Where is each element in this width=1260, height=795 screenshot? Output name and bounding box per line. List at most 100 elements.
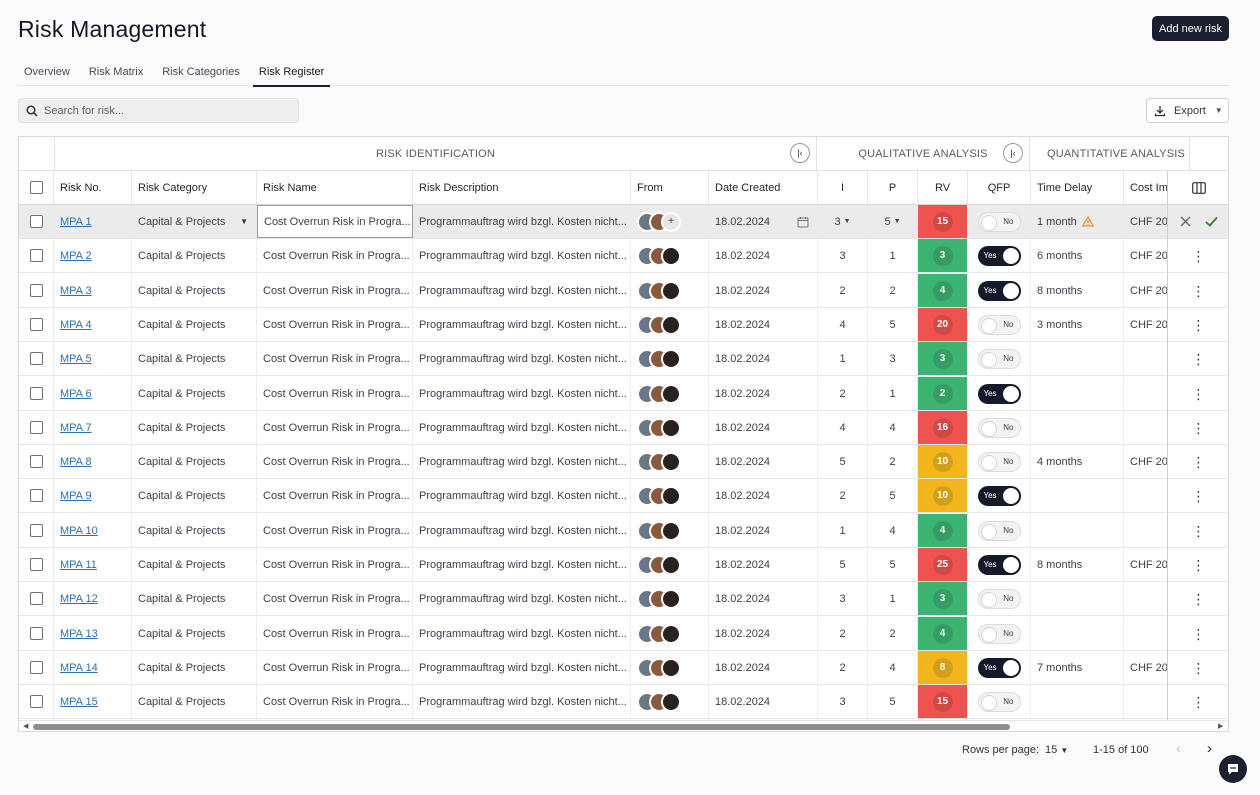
header-rv[interactable]: RV — [918, 171, 968, 204]
date-created-cell[interactable]: 18.02.2024 — [709, 205, 818, 238]
check-icon[interactable] — [1204, 216, 1218, 227]
header-risk-name[interactable]: Risk Name — [257, 171, 413, 204]
kebab-icon[interactable]: ⋮ — [1192, 421, 1206, 435]
kebab-icon[interactable]: ⋮ — [1192, 489, 1206, 503]
header-from[interactable]: From — [631, 171, 709, 204]
row-checkbox[interactable] — [29, 215, 43, 228]
header-risk-no[interactable]: Risk No. — [54, 171, 132, 204]
row-checkbox[interactable] — [29, 627, 43, 640]
search-input[interactable] — [44, 104, 284, 117]
scroll-right-icon[interactable]: ▶ — [1218, 722, 1223, 730]
risk-number-link[interactable]: MPA 3 — [54, 274, 132, 307]
probability-cell[interactable]: 5 ▼ — [868, 205, 918, 238]
qfp-toggle[interactable]: No — [977, 314, 1021, 335]
risk-number-link[interactable]: MPA 11 — [54, 548, 132, 581]
row-checkbox[interactable] — [29, 352, 43, 365]
impact-cell[interactable]: 3 ▼ — [818, 205, 868, 238]
header-p[interactable]: P — [868, 171, 918, 204]
columns-icon[interactable] — [1191, 181, 1206, 194]
qfp-toggle[interactable]: Yes — [977, 657, 1021, 678]
row-checkbox[interactable] — [29, 421, 43, 434]
kebab-icon[interactable]: ⋮ — [1192, 352, 1206, 366]
risk-number-link[interactable]: MPA 5 — [54, 342, 132, 375]
close-icon[interactable] — [1180, 216, 1191, 227]
table-row[interactable]: MPA 6 Capital & Projects Cost Overrun Risk… — [19, 377, 1228, 411]
row-checkbox[interactable] — [29, 318, 43, 331]
risk-number-link[interactable]: MPA 6 — [54, 377, 132, 410]
collapse-left-icon[interactable]: |‹ — [790, 143, 810, 163]
table-row[interactable]: MPA 12 Capital & Projects Cost Overrun Ris… — [19, 582, 1228, 616]
kebab-icon[interactable]: ⋮ — [1192, 387, 1206, 401]
risk-number-link[interactable]: MPA 9 — [54, 479, 132, 512]
qfp-toggle[interactable]: No — [977, 211, 1021, 232]
kebab-icon[interactable]: ⋮ — [1192, 695, 1206, 709]
kebab-icon[interactable]: ⋮ — [1192, 249, 1206, 263]
scroll-left-icon[interactable]: ◀ — [23, 722, 28, 730]
risk-number-link[interactable]: MPA 1 — [54, 205, 132, 238]
row-checkbox[interactable] — [29, 558, 43, 571]
table-row[interactable]: MPA 13 Capital & Projects Cost Overrun Ris… — [19, 617, 1228, 651]
risk-category-cell[interactable]: Capital & Projects ▼ — [132, 205, 257, 238]
qfp-toggle[interactable]: No — [977, 623, 1021, 644]
qfp-toggle[interactable]: No — [977, 588, 1021, 609]
qfp-toggle[interactable]: No — [977, 348, 1021, 369]
risk-number-link[interactable]: MPA 10 — [54, 514, 132, 547]
risk-number-link[interactable]: MPA 2 — [54, 239, 132, 272]
row-checkbox[interactable] — [29, 284, 43, 297]
chat-button[interactable] — [1219, 755, 1247, 783]
risk-number-link[interactable]: MPA 13 — [54, 617, 132, 650]
calendar-icon[interactable] — [797, 216, 809, 228]
qfp-toggle[interactable]: Yes — [977, 554, 1021, 575]
table-row[interactable]: MPA 11 Capital & Projects Cost Overrun Ris… — [19, 548, 1228, 582]
row-checkbox[interactable] — [29, 592, 43, 605]
avatar-group[interactable]: + — [637, 211, 681, 232]
row-checkbox[interactable] — [29, 661, 43, 674]
tab-overview[interactable]: Overview — [18, 60, 76, 86]
risk-name-cell[interactable]: Cost Overrun Risk in Progra... — [257, 205, 413, 238]
collapse-left-icon[interactable]: |‹ — [1003, 143, 1023, 163]
risk-number-link[interactable]: MPA 7 — [54, 411, 132, 444]
table-row[interactable]: MPA 1 Capital & Projects ▼ Cost Overrun Ris… — [19, 205, 1228, 239]
risk-number-link[interactable]: MPA 4 — [54, 308, 132, 341]
kebab-icon[interactable]: ⋮ — [1192, 592, 1206, 606]
risk-number-link[interactable]: MPA 12 — [54, 582, 132, 615]
tab-risk-categories[interactable]: Risk Categories — [156, 60, 246, 86]
export-button[interactable]: Export ▼ — [1146, 98, 1229, 123]
rows-per-page-select[interactable]: 15 ▼ — [1045, 744, 1068, 756]
risk-number-link[interactable]: MPA 15 — [54, 685, 132, 718]
table-row[interactable]: MPA 10 Capital & Projects Cost Overrun Ris… — [19, 514, 1228, 548]
row-checkbox[interactable] — [29, 387, 43, 400]
qfp-toggle[interactable]: No — [977, 451, 1021, 472]
header-qfp[interactable]: QFP — [968, 171, 1031, 204]
qfp-toggle[interactable]: No — [977, 691, 1021, 712]
row-checkbox[interactable] — [29, 249, 43, 262]
table-row[interactable]: MPA 3 Capital & Projects Cost Overrun Risk… — [19, 274, 1228, 308]
header-i[interactable]: I — [818, 171, 868, 204]
chevron-down-icon[interactable]: ▼ — [240, 217, 248, 226]
tab-risk-register[interactable]: Risk Register — [252, 60, 331, 87]
kebab-icon[interactable]: ⋮ — [1192, 627, 1206, 641]
risk-number-link[interactable]: MPA 8 — [54, 445, 132, 478]
kebab-icon[interactable]: ⋮ — [1192, 318, 1206, 332]
table-row[interactable]: MPA 8 Capital & Projects Cost Overrun Risk… — [19, 445, 1228, 479]
select-all-checkbox[interactable] — [29, 181, 43, 194]
kebab-icon[interactable]: ⋮ — [1192, 558, 1206, 572]
qfp-toggle[interactable]: No — [977, 520, 1021, 541]
row-checkbox[interactable] — [29, 489, 43, 502]
qfp-toggle[interactable]: Yes — [977, 383, 1021, 404]
table-row[interactable]: MPA 2 Capital & Projects Cost Overrun Risk… — [19, 239, 1228, 273]
qfp-toggle[interactable]: Yes — [977, 485, 1021, 506]
table-row[interactable]: MPA 9 Capital & Projects Cost Overrun Risk… — [19, 479, 1228, 513]
qfp-toggle[interactable]: Yes — [977, 280, 1021, 301]
add-person-icon[interactable]: + — [661, 211, 681, 232]
table-row[interactable]: MPA 7 Capital & Projects Cost Overrun Risk… — [19, 411, 1228, 445]
kebab-icon[interactable]: ⋮ — [1192, 661, 1206, 675]
header-risk-category[interactable]: Risk Category — [132, 171, 257, 204]
row-checkbox[interactable] — [29, 524, 43, 537]
row-checkbox[interactable] — [29, 455, 43, 468]
header-time-delay[interactable]: Time Delay — [1031, 171, 1124, 204]
header-date-created[interactable]: Date Created — [709, 171, 818, 204]
table-row[interactable]: MPA 14 Capital & Projects Cost Overrun Ris… — [19, 651, 1228, 685]
scrollbar-thumb[interactable] — [33, 724, 1010, 730]
qfp-toggle[interactable]: Yes — [977, 245, 1021, 266]
